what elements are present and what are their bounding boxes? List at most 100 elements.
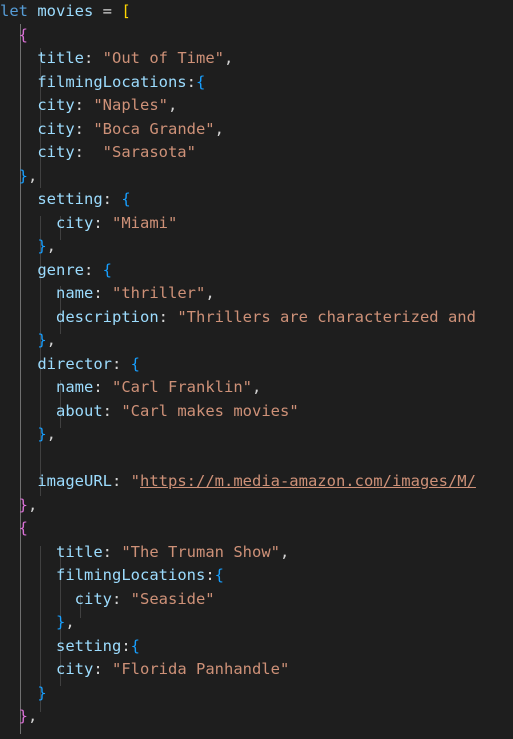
code-token: "Boca Grande" xyxy=(93,119,215,138)
code-line[interactable]: filmingLocations:{ xyxy=(0,71,205,95)
code-line[interactable]: }, xyxy=(0,165,38,189)
code-token: , xyxy=(46,331,57,349)
code-token: , xyxy=(279,542,290,561)
code-token: city xyxy=(74,589,112,608)
code-token: = xyxy=(93,2,122,20)
code-line[interactable]: about: "Carl makes movies" xyxy=(0,400,299,424)
code-line[interactable]: { xyxy=(0,517,28,541)
code-token: : xyxy=(205,566,215,584)
code-token: [ xyxy=(121,2,131,20)
code-token: city xyxy=(37,96,75,114)
code-line[interactable]: city: "Miami" xyxy=(0,212,177,236)
code-token: "Seaside" xyxy=(130,589,215,608)
code-token: { xyxy=(18,519,29,537)
code-token: : xyxy=(74,96,94,114)
code-token: : xyxy=(111,589,131,608)
code-line[interactable]: city: "Boca Grande", xyxy=(0,118,224,142)
code-token: title xyxy=(37,49,84,67)
code-token: city xyxy=(56,660,94,678)
code-line[interactable]: }, xyxy=(0,494,38,518)
code-token: } xyxy=(37,425,47,443)
code-token: imageURL xyxy=(37,472,112,490)
code-line[interactable]: city: "Naples", xyxy=(0,94,177,118)
code-token: , xyxy=(28,707,38,725)
code-token: , xyxy=(205,284,215,302)
code-line[interactable]: let movies = [ xyxy=(0,0,131,24)
code-line[interactable]: }, xyxy=(0,611,75,635)
code-line[interactable]: setting:{ xyxy=(0,635,140,659)
code-token: { xyxy=(130,636,141,655)
code-token: : xyxy=(102,190,122,208)
code-line[interactable]: description: "Thrillers are characterize… xyxy=(0,306,476,330)
code-token: "Out of Time" xyxy=(102,49,224,67)
code-line[interactable]: city: "Seaside" xyxy=(0,588,215,612)
code-line[interactable]: }, xyxy=(0,329,56,353)
code-token: , xyxy=(46,425,57,443)
code-token: : xyxy=(102,542,122,561)
code-token: setting xyxy=(56,636,122,655)
code-line[interactable]: city: "Florida Panhandle" xyxy=(0,658,289,682)
code-token: , xyxy=(65,613,75,631)
code-token: { xyxy=(121,190,131,208)
code-line[interactable]: }, xyxy=(0,235,56,259)
code-token: { xyxy=(18,25,29,44)
code-token: : xyxy=(74,119,94,138)
code-token: filmingLocations xyxy=(37,72,187,91)
code-line[interactable]: title: "The Truman Show", xyxy=(0,541,289,565)
code-token: about xyxy=(56,401,103,420)
code-line[interactable]: setting: { xyxy=(0,188,131,212)
code-line[interactable]: { xyxy=(0,24,28,48)
code-token: : xyxy=(93,378,112,396)
code-line[interactable]: }, xyxy=(0,705,38,729)
code-editor[interactable]: let movies = [ { title: "Out of Time", f… xyxy=(0,0,513,739)
code-token: : xyxy=(158,307,178,326)
code-line[interactable]: }, xyxy=(0,423,56,447)
code-token: "The Truman Show" xyxy=(121,542,280,561)
code-token: " xyxy=(130,472,140,490)
code-line[interactable]: city: "Sarasota" xyxy=(0,141,196,165)
code-line[interactable]: director: { xyxy=(0,353,140,377)
code-line[interactable]: imageURL: "https://m.media-amazon.com/im… xyxy=(0,470,476,494)
code-token: } xyxy=(18,495,29,514)
code-token: : xyxy=(93,284,112,302)
code-token: "Thrillers are characterized and xyxy=(177,307,476,326)
code-line[interactable]: genre: { xyxy=(0,259,112,283)
code-token: , xyxy=(251,378,262,396)
code-token: : xyxy=(84,260,103,279)
code-token: { xyxy=(130,354,140,373)
url-link[interactable]: https://m.media-amazon.com/images/M/ xyxy=(140,472,476,490)
code-token: : xyxy=(111,472,131,490)
code-token: { xyxy=(102,260,113,279)
code-line[interactable]: title: "Out of Time", xyxy=(0,47,233,71)
code-line[interactable]: name: "Carl Franklin", xyxy=(0,376,261,400)
code-line[interactable]: } xyxy=(0,682,46,706)
code-line[interactable]: name: "thriller", xyxy=(0,282,215,306)
code-token: movies xyxy=(37,2,94,20)
code-token: } xyxy=(18,707,29,725)
code-token: name xyxy=(56,284,94,302)
code-token: { xyxy=(195,72,206,91)
code-line[interactable]: filmingLocations:{ xyxy=(0,564,224,588)
